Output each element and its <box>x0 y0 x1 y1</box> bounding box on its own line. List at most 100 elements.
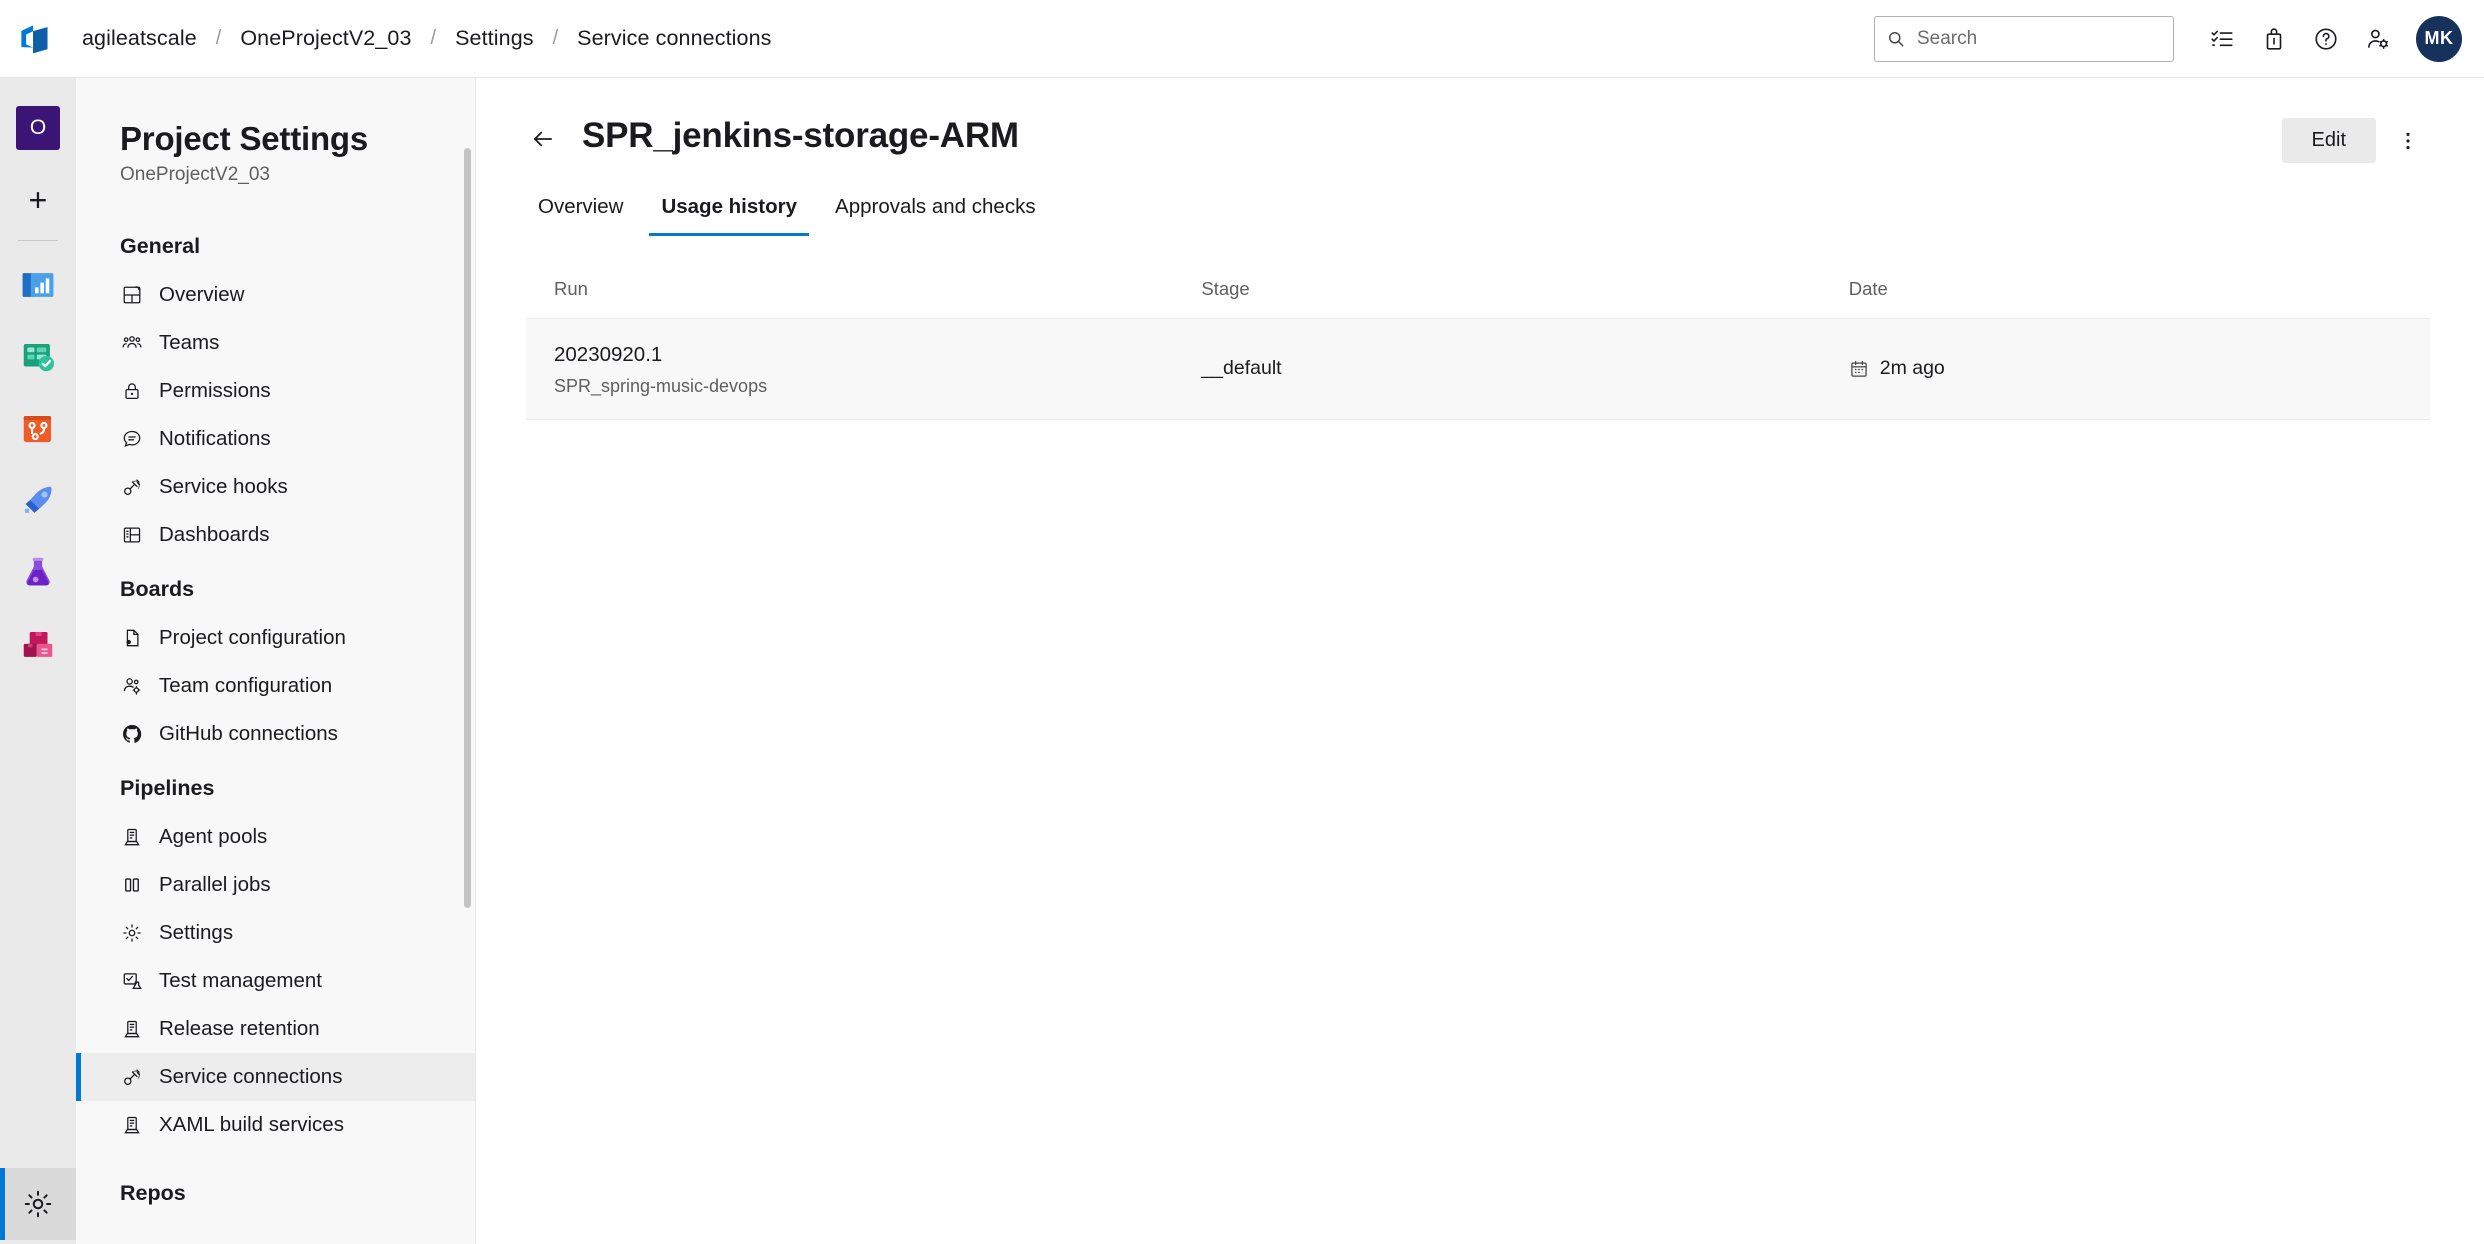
cell-run: 20230920.1 SPR_spring-music-devops <box>526 318 1174 420</box>
rail-item-project-settings[interactable] <box>0 1168 76 1240</box>
sidebar-item-label: Service connections <box>159 1064 343 1088</box>
content-tabs: Overview Usage history Approvals and che… <box>476 163 2484 236</box>
more-vertical-icon[interactable] <box>2386 119 2430 163</box>
boards-hub-icon <box>23 343 55 372</box>
project-avatar[interactable]: O <box>0 92 76 164</box>
rail-item-artifacts[interactable] <box>0 609 76 681</box>
title-row: SPR_jenkins-storage-ARM <box>526 116 2282 156</box>
sidebar-item-label: Service hooks <box>159 474 288 498</box>
rail-item-test-plans[interactable] <box>0 537 76 609</box>
sidebar-item-release-retention[interactable]: Release retention <box>76 1005 475 1053</box>
sidebar-item-label: Teams <box>159 330 220 354</box>
help-icon[interactable] <box>2300 13 2352 65</box>
sidebar-scroll-area: Project Settings OneProjectV2_03 General… <box>76 78 475 1244</box>
tab-approvals-and-checks[interactable]: Approvals and checks <box>823 189 1048 236</box>
agent-icon <box>120 1017 144 1041</box>
marketplace-icon[interactable] <box>2248 13 2300 65</box>
search-box[interactable] <box>1874 15 2174 62</box>
rail-item-boards[interactable] <box>0 321 76 393</box>
sidebar-item-test-management[interactable]: Test management <box>76 957 475 1005</box>
rail-divider <box>18 240 58 241</box>
rail-item-pipelines[interactable] <box>0 465 76 537</box>
sidebar-item-parallel-jobs[interactable]: Parallel jobs <box>76 861 475 909</box>
team-settings-icon <box>120 674 144 698</box>
breadcrumb-item-project[interactable]: OneProjectV2_03 <box>234 22 417 55</box>
column-header-date[interactable]: Date <box>1820 262 2430 319</box>
sidebar-item-label: Parallel jobs <box>159 872 271 896</box>
azure-devops-app: agileatscale / OneProjectV2_03 / Setting… <box>0 0 2484 1244</box>
sidebar-group-repos: Repos <box>120 1180 186 1205</box>
breadcrumb-item-settings[interactable]: Settings <box>449 22 540 55</box>
column-header-stage[interactable]: Stage <box>1173 262 1821 319</box>
project-settings-sidebar: Project Settings OneProjectV2_03 General… <box>76 78 476 1244</box>
github-icon <box>120 722 144 746</box>
create-new-button[interactable]: + <box>0 164 76 236</box>
sidebar-item-dashboards[interactable]: Dashboards <box>76 511 475 559</box>
tab-usage-history[interactable]: Usage history <box>649 189 809 236</box>
sidebar-item-permissions[interactable]: Permissions <box>76 367 475 415</box>
sidebar-header: Project Settings OneProjectV2_03 <box>76 78 475 216</box>
run-number[interactable]: 20230920.1 <box>554 341 1173 369</box>
sidebar-item-label: Project configuration <box>159 625 346 649</box>
rail-item-repos[interactable] <box>0 393 76 465</box>
search-input[interactable] <box>1915 26 2161 51</box>
work-items-icon[interactable] <box>2196 13 2248 65</box>
sidebar-item-github-connections[interactable]: GitHub connections <box>76 710 475 758</box>
sidebar-item-label: Settings <box>159 920 234 944</box>
sidebar-item-label: Test management <box>159 968 322 992</box>
sidebar-scrollbar[interactable] <box>464 148 471 908</box>
table-header: Run Stage Date <box>526 262 2430 319</box>
sidebar-item-team-configuration[interactable]: Team configuration <box>76 662 475 710</box>
avatar[interactable]: MK <box>2416 15 2462 62</box>
breadcrumb-item-organization[interactable]: agileatscale <box>76 22 203 55</box>
sidebar-item-service-connections[interactable]: Service connections <box>76 1052 475 1101</box>
sidebar-item-agent-pools[interactable]: Agent pools <box>76 813 475 861</box>
user-settings-icon[interactable] <box>2352 13 2404 65</box>
azure-devops-logo[interactable] <box>0 0 76 78</box>
pipelines-hub-icon <box>24 486 52 513</box>
teams-icon <box>120 331 144 355</box>
sidebar-item-label: Dashboards <box>159 522 270 546</box>
edit-button[interactable]: Edit <box>2281 118 2376 163</box>
gear-icon <box>120 921 144 945</box>
rail-bottom-group <box>0 1168 76 1244</box>
calendar-icon <box>1851 360 1867 377</box>
column-header-run[interactable]: Run <box>526 262 1174 319</box>
top-bar-actions: MK <box>1874 0 2462 77</box>
cell-date: 2m ago <box>1820 318 2430 420</box>
page-settings-icon <box>120 626 144 650</box>
test-icon <box>120 969 144 993</box>
sidebar-item-project-configuration[interactable]: Project configuration <box>76 614 475 662</box>
sidebar-item-service-hooks[interactable]: Service hooks <box>76 463 475 511</box>
tab-overview[interactable]: Overview <box>526 189 635 236</box>
test-plans-hub-icon <box>26 557 50 586</box>
lock-icon <box>120 379 144 403</box>
agent-icon <box>120 825 144 849</box>
sidebar-item-teams[interactable]: Teams <box>76 319 475 367</box>
back-arrow-icon[interactable] <box>526 122 560 156</box>
search-icon <box>1888 31 1904 46</box>
breadcrumb-separator: / <box>215 27 222 49</box>
table-row[interactable]: 20230920.1 SPR_spring-music-devops __def… <box>526 318 2430 420</box>
project-name-subtitle: OneProjectV2_03 <box>120 163 270 185</box>
table-body: 20230920.1 SPR_spring-music-devops __def… <box>526 318 2430 420</box>
content-header: SPR_jenkins-storage-ARM Edit <box>476 78 2484 163</box>
sidebar-item-notifications[interactable]: Notifications <box>76 415 475 463</box>
service-connection-title: SPR_jenkins-storage-ARM <box>582 116 1019 155</box>
run-pipeline-name: SPR_spring-music-devops <box>554 375 768 396</box>
main-content: SPR_jenkins-storage-ARM Edit Overview Us… <box>476 78 2484 1244</box>
sidebar-item-label: Release retention <box>159 1016 320 1040</box>
usage-history-table: Run Stage Date 20230920.1 SPR_spring-mus… <box>526 262 2430 420</box>
rail-item-overview[interactable] <box>0 249 76 321</box>
breadcrumb-item-service-connections[interactable]: Service connections <box>571 22 777 55</box>
sidebar-item-label: Team configuration <box>159 673 333 697</box>
sidebar-item-xaml-build-services[interactable]: XAML build services <box>76 1101 475 1149</box>
top-navigation-bar: agileatscale / OneProjectV2_03 / Setting… <box>0 0 2484 78</box>
page-title: Project Settings <box>120 120 369 157</box>
sidebar-item-settings[interactable]: Settings <box>76 909 475 957</box>
sidebar-item-label: Permissions <box>159 378 271 402</box>
sidebar-item-overview[interactable]: Overview <box>76 271 475 319</box>
sidebar-group-general: General <box>120 233 201 258</box>
sidebar-group-boards: Boards <box>120 576 195 601</box>
